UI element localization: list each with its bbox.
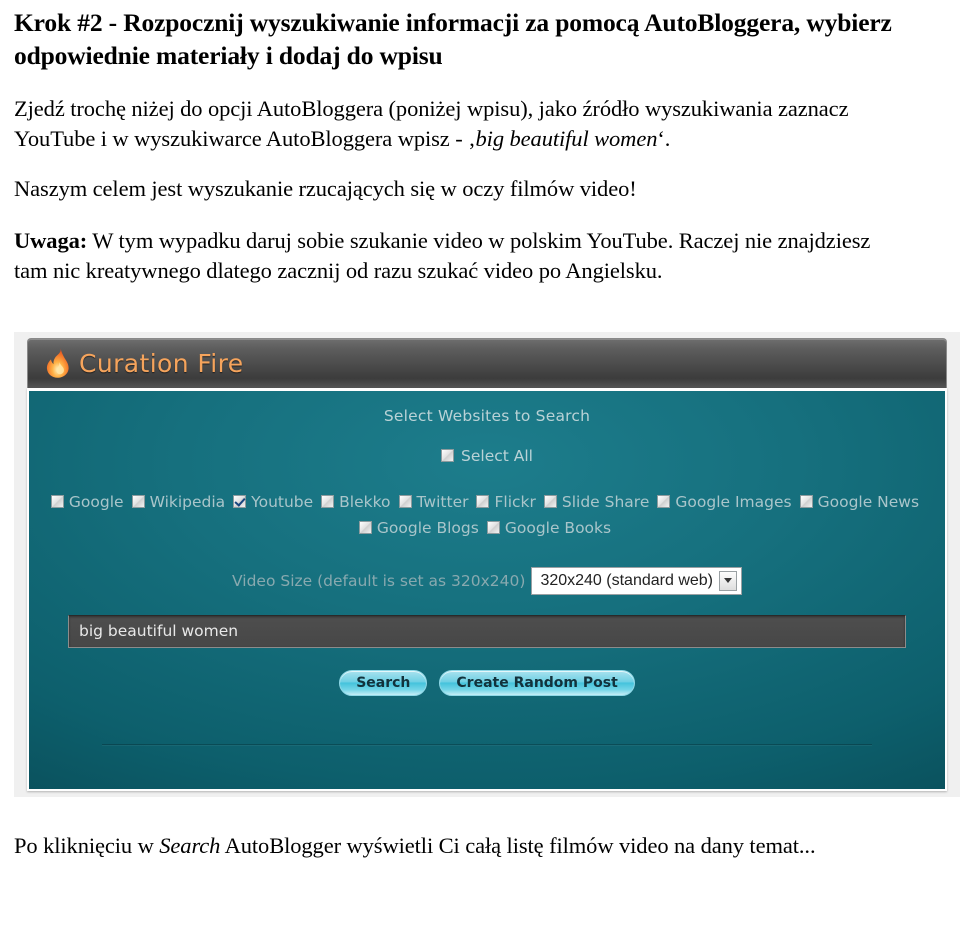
paragraph-footer-text: Po kliknięciu w [14, 832, 160, 858]
site-checkbox-item[interactable]: Blekko [321, 489, 391, 515]
paragraph-note-label: Uwaga: [14, 228, 88, 254]
site-checkbox-item[interactable]: Google Images [657, 489, 792, 515]
site-label: Google Blogs [376, 518, 479, 537]
action-button-row: Search Create Random Post [29, 669, 945, 696]
site-checkbox-item[interactable]: Google Books [486, 515, 612, 541]
site-label: Twitter [416, 492, 469, 511]
site-checkbox-slide-share[interactable] [543, 495, 557, 509]
site-label: Google Books [504, 518, 612, 537]
paragraph-goal: Naszym celem jest wyszukanie rzucających… [14, 176, 637, 202]
video-size-selected-value: 320x240 (standard web) [540, 571, 713, 589]
site-checkbox-item[interactable]: Flickr [476, 489, 536, 515]
select-all-checkbox[interactable] [441, 449, 455, 463]
site-checkbox-item[interactable]: Slide Share [543, 489, 650, 515]
site-label: Youtube [251, 492, 314, 511]
app-logo-text: Curation Fire [79, 348, 244, 378]
site-checkbox-item[interactable]: Google News [799, 489, 920, 515]
video-size-label: Video Size (default is set as 320x240) [232, 571, 526, 590]
site-checkbox-item[interactable]: Google Blogs [358, 515, 479, 541]
site-checkbox-blekko[interactable] [321, 495, 335, 509]
site-checkbox-item[interactable]: Twitter [398, 489, 469, 515]
site-label: Google Images [675, 492, 792, 511]
site-label: Google News [817, 492, 920, 511]
panel-bottom-spacer [29, 745, 945, 789]
search-options-panel: Select Websites to Search Select All Goo… [27, 387, 947, 791]
site-label: Wikipedia [149, 492, 226, 511]
flame-icon [46, 348, 72, 379]
paragraph-note: Uwaga: W tym wypadku daruj sobie szukani… [14, 226, 894, 286]
search-input-value: big beautiful women [79, 622, 239, 641]
video-size-row: Video Size (default is set as 320x240) 3… [29, 566, 945, 595]
video-size-select[interactable]: 320x240 (standard web) [531, 566, 742, 595]
site-checkbox-item[interactable]: Youtube [233, 489, 313, 515]
site-label: Slide Share [561, 492, 650, 511]
site-checkbox-wikipedia[interactable] [131, 495, 145, 509]
create-random-post-button[interactable]: Create Random Post [439, 669, 635, 696]
curation-fire-app: Curation Fire Select Websites to Search … [27, 337, 947, 791]
site-checkbox-google-images[interactable] [657, 495, 671, 509]
site-checkbox-google[interactable] [50, 495, 64, 509]
paragraph-note-text: W tym wypadku daruj sobie szukanie video… [14, 228, 871, 283]
site-checkbox-list: Google Wikipedia Youtube Blekko Twitter Flick… [29, 489, 945, 541]
screenshot-figure: Curation Fire Select Websites to Search … [14, 331, 960, 797]
paragraph-footer: Po kliknięciu w Search AutoBlogger wyświ… [14, 831, 894, 861]
paragraph-intro: Zjedź trochę niżej do opcji AutoBloggera… [14, 94, 894, 154]
page-title: Krok #2 - Rozpocznij wyszukiwanie inform… [14, 8, 892, 71]
site-checkbox-google-blogs[interactable] [358, 521, 372, 535]
app-titlebar: Curation Fire [27, 337, 947, 388]
site-label: Blekko [339, 492, 391, 511]
paragraph-intro-emphasis: big beautiful women [475, 126, 658, 152]
site-checkbox-twitter[interactable] [398, 495, 412, 509]
search-button[interactable]: Search [339, 669, 428, 696]
search-input[interactable]: big beautiful women [68, 614, 906, 648]
app-logo: Curation Fire [46, 348, 244, 379]
paragraph-footer-tail: AutoBlogger wyświetli Ci całą listę film… [220, 832, 816, 858]
site-checkbox-item[interactable]: Wikipedia [131, 489, 226, 515]
site-checkbox-item[interactable]: Google [50, 489, 124, 515]
select-all-row[interactable]: Select All [29, 447, 945, 465]
panel-title: Select Websites to Search [383, 406, 591, 425]
chevron-down-icon[interactable] [719, 570, 737, 591]
site-label: Flickr [494, 492, 536, 511]
paragraph-footer-emphasis: Search [159, 832, 221, 858]
site-label: Google [68, 492, 124, 511]
select-all-label: Select All [461, 446, 533, 465]
paragraph-intro-text: Zjedź trochę niżej do opcji AutoBloggera… [14, 96, 849, 152]
document-body: Krok #2 - Rozpocznij wyszukiwanie inform… [0, 0, 960, 861]
site-checkbox-youtube[interactable] [233, 495, 247, 509]
site-checkbox-google-news[interactable] [799, 495, 813, 509]
site-checkbox-google-books[interactable] [486, 521, 500, 535]
paragraph-intro-tail: ‘. [657, 126, 671, 152]
site-checkbox-flickr[interactable] [476, 495, 490, 509]
